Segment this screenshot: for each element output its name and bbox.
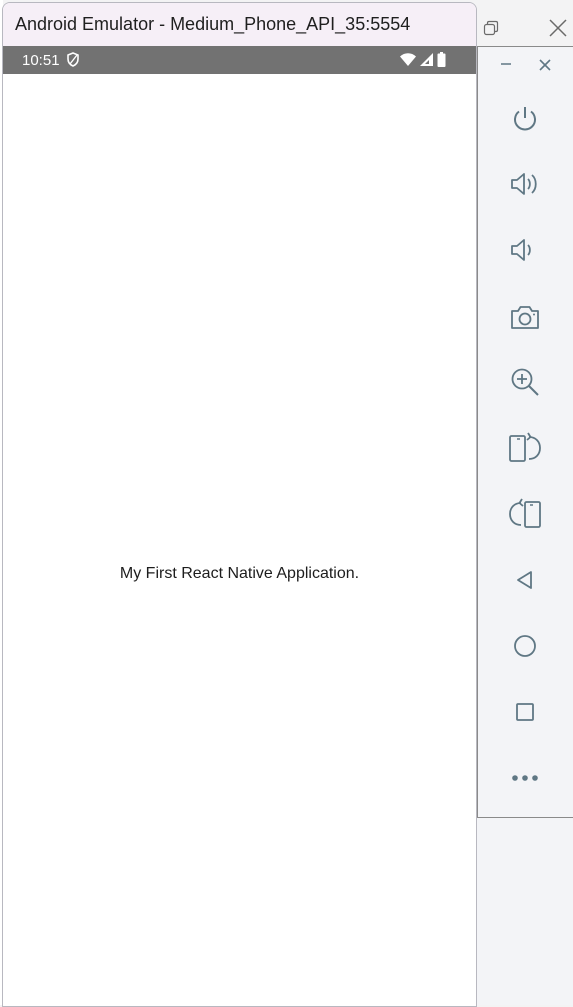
volume-up-button[interactable] <box>505 164 545 204</box>
app-main-text: My First React Native Application. <box>119 565 360 582</box>
more-icon <box>511 774 539 782</box>
volume-down-button[interactable] <box>505 230 545 270</box>
power-button[interactable] <box>505 99 545 139</box>
volume-up-icon <box>509 169 541 199</box>
close-icon[interactable] <box>549 19 567 37</box>
status-bar: 10:51 <box>3 46 476 74</box>
emulator-window: Android Emulator - Medium_Phone_API_35:5… <box>2 2 477 1007</box>
overview-icon <box>514 701 536 723</box>
power-icon <box>510 104 540 134</box>
wifi-icon <box>400 53 416 66</box>
window-titlebar[interactable]: Android Emulator - Medium_Phone_API_35:5… <box>3 3 476 46</box>
screenshot-button[interactable] <box>505 297 545 337</box>
phone-screen[interactable]: 10:51 My First React Native Application. <box>3 46 476 1006</box>
minimize-icon[interactable] <box>499 57 513 71</box>
back-icon <box>513 568 537 592</box>
home-button[interactable] <box>505 626 545 666</box>
back-button[interactable] <box>505 560 545 600</box>
rotate-left-icon <box>508 432 542 464</box>
toolbar-close-icon[interactable] <box>538 58 552 72</box>
shield-icon <box>67 52 79 67</box>
status-time: 10:51 <box>22 52 60 69</box>
volume-down-icon <box>509 235 541 265</box>
desktop-area <box>477 818 573 1005</box>
restore-icon[interactable] <box>483 20 499 36</box>
rotate-left-button[interactable] <box>505 428 545 468</box>
overview-button[interactable] <box>505 692 545 732</box>
more-button[interactable] <box>505 758 545 798</box>
zoom-button[interactable] <box>505 362 545 402</box>
status-icons <box>400 52 446 67</box>
camera-icon <box>509 303 541 331</box>
signal-icon <box>420 53 433 66</box>
rotate-right-icon <box>508 498 542 530</box>
rotate-right-button[interactable] <box>505 494 545 534</box>
host-window-controls <box>478 0 573 46</box>
toolbar-header <box>478 47 573 87</box>
battery-icon <box>437 52 446 67</box>
emulator-toolbar <box>477 46 573 818</box>
window-title: Android Emulator - Medium_Phone_API_35:5… <box>15 14 411 34</box>
zoom-icon <box>509 366 541 398</box>
home-icon <box>512 633 538 659</box>
